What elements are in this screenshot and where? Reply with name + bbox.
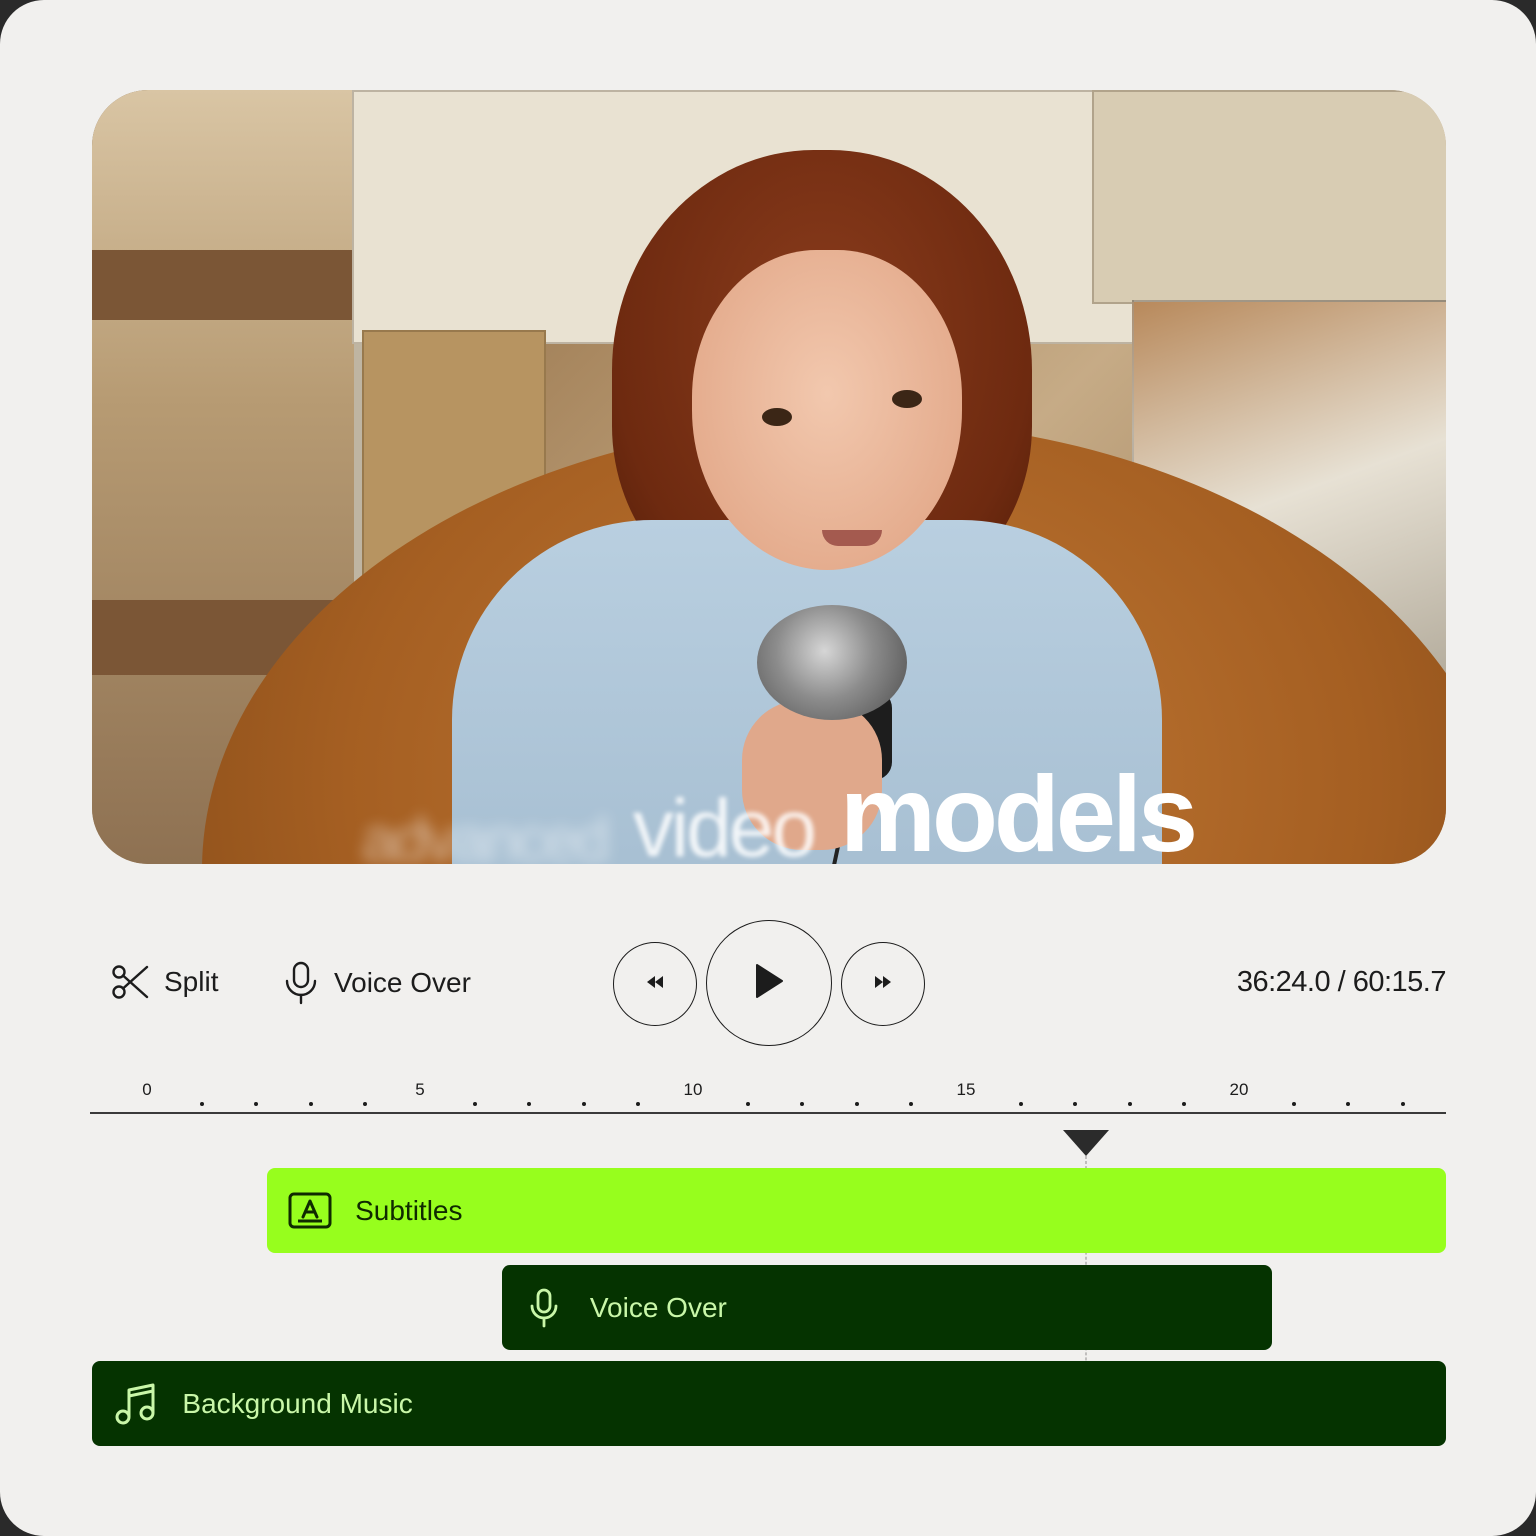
subtitles-icon xyxy=(287,1191,333,1231)
ruler-tick-dot xyxy=(1346,1102,1351,1106)
ruler-tick-dot xyxy=(1291,1102,1296,1106)
fast-forward-button[interactable] xyxy=(841,942,925,1026)
split-button[interactable]: Split xyxy=(110,962,218,1002)
play-icon xyxy=(754,963,784,1004)
caption-word-sharp: models xyxy=(839,753,1198,864)
ruler-tick-label: 20 xyxy=(1229,1080,1249,1099)
timecode-display: 36:24.0 / 60:15.7 xyxy=(1236,966,1447,998)
playhead-handle[interactable] xyxy=(1063,1130,1110,1156)
voice-over-label: Voice Over xyxy=(334,967,471,998)
video-preview[interactable]: advanced video models xyxy=(92,90,1446,864)
ruler-tick-dot xyxy=(636,1102,641,1106)
ruler-tick-dot xyxy=(472,1102,477,1106)
ruler-tick-dot xyxy=(1127,1102,1132,1106)
ruler-tick-dot xyxy=(581,1102,586,1106)
voice-over-button[interactable]: Voice Over xyxy=(282,960,471,1006)
shelf xyxy=(92,250,372,320)
fast-forward-icon xyxy=(873,975,893,994)
ruler-tick-label: 15 xyxy=(956,1080,976,1099)
ruler-tick-dot xyxy=(199,1102,204,1106)
ruler-tick-dot xyxy=(527,1102,532,1106)
background-music-track-label: Background Music xyxy=(182,1387,413,1419)
editor-card: advanced video models Split Voice Over 3… xyxy=(0,0,1536,1536)
rewind-icon xyxy=(645,975,665,994)
ruler-tick-dot xyxy=(1182,1102,1187,1106)
ruler-tick-label: 10 xyxy=(683,1080,703,1099)
ruler-tick-dot xyxy=(800,1102,805,1106)
ruler-tick-dot xyxy=(1018,1102,1023,1106)
person-mouth xyxy=(822,530,882,546)
person-eye xyxy=(762,408,792,426)
microphone-icon xyxy=(282,960,320,1006)
video-caption: advanced video models xyxy=(362,753,1198,864)
ruler-tick-dot xyxy=(308,1102,313,1106)
caption-word-blurred: advanced xyxy=(362,806,610,864)
rewind-button[interactable] xyxy=(613,942,697,1026)
ruler-tick-dot xyxy=(1073,1102,1078,1106)
ruler-tick-label: 5 xyxy=(415,1080,425,1099)
background-music-track[interactable]: Background Music xyxy=(92,1361,1446,1446)
person-eye xyxy=(892,390,922,408)
ruler-tick-dot xyxy=(363,1102,368,1106)
ruler-tick-dot xyxy=(745,1102,750,1106)
person-face xyxy=(692,250,962,570)
microphone-icon xyxy=(528,1287,560,1329)
voice-over-track[interactable]: Voice Over xyxy=(501,1265,1272,1350)
ruler-tick-label: 0 xyxy=(142,1080,152,1099)
scissors-icon xyxy=(110,962,150,1002)
caption-word-soft: video xyxy=(632,783,817,864)
ruler-tick-dot xyxy=(254,1102,259,1106)
ruler-tick-dot xyxy=(1400,1102,1405,1106)
ruler-baseline xyxy=(90,1112,1446,1114)
microphone-windscreen xyxy=(757,605,907,720)
play-button[interactable] xyxy=(706,920,832,1046)
subtitles-track[interactable]: Subtitles xyxy=(267,1168,1446,1253)
voice-over-track-label: Voice Over xyxy=(589,1291,727,1323)
ruler-tick-dot xyxy=(909,1102,914,1106)
ruler-tick-dot xyxy=(854,1102,859,1106)
wall-panel xyxy=(1092,90,1446,304)
subtitles-track-label: Subtitles xyxy=(355,1194,463,1226)
split-label: Split xyxy=(164,966,219,997)
music-note-icon xyxy=(114,1382,158,1426)
